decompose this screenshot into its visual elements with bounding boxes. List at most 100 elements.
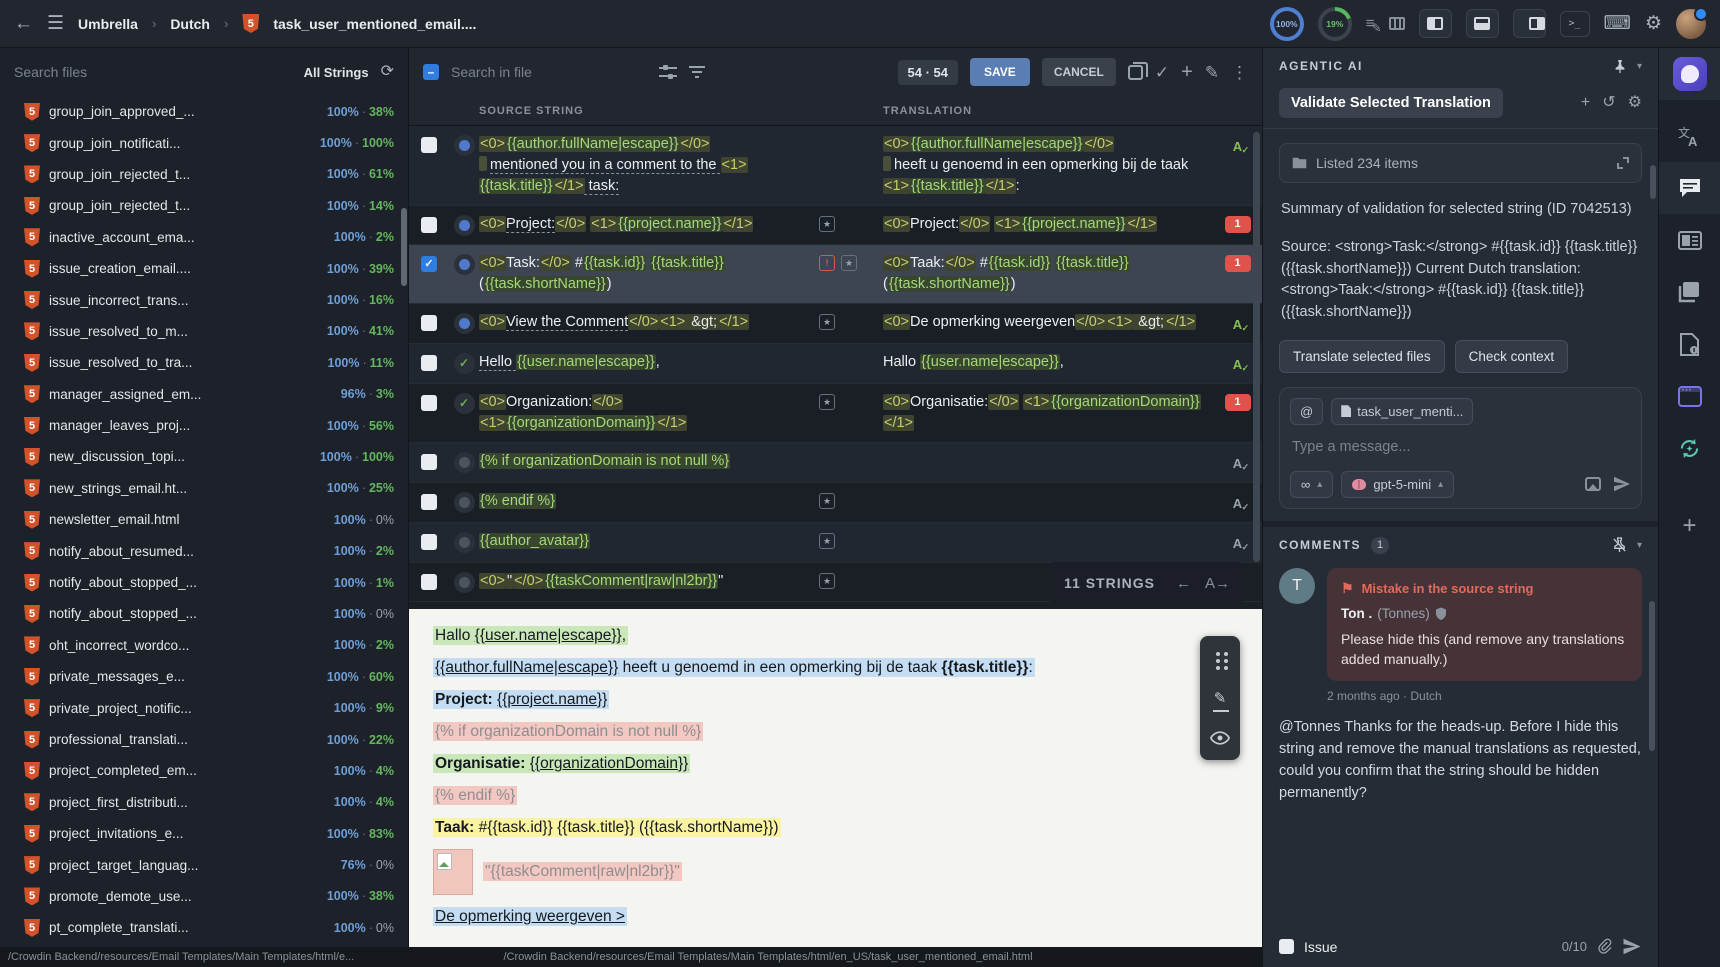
file-item[interactable]: 5group_join_approved_...100%·38% — [0, 96, 408, 127]
file-item[interactable]: 5professional_translati...100%·22% — [0, 724, 408, 755]
translate-selected-files-button[interactable]: Translate selected files — [1279, 340, 1445, 373]
breadcrumb-file[interactable]: task_user_mentioned_email.... — [273, 16, 476, 32]
prev-arrow-icon[interactable]: ← — [1176, 575, 1191, 592]
file-item[interactable]: 5inactive_account_ema...100%·2% — [0, 222, 408, 253]
file-item[interactable]: 5newsletter_email.html100%·0% — [0, 504, 408, 535]
agentic-ai-tab[interactable] — [1659, 48, 1720, 100]
string-row[interactable]: ✓Hello {{user.name|escape}},Hallo {{user… — [409, 344, 1262, 384]
file-item[interactable]: 5project_target_languag...76%·0% — [0, 849, 408, 880]
tm-suggestion-icon[interactable]: ★ — [819, 533, 835, 549]
preview-link[interactable]: De opmerking weergeven > — [433, 906, 1238, 927]
context-tab[interactable] — [1659, 214, 1720, 266]
prompt-selector[interactable]: Validate Selected Translation — [1279, 88, 1503, 118]
filter-icon[interactable] — [689, 66, 705, 78]
ai-settings-gear-icon[interactable]: ⚙ — [1628, 95, 1642, 111]
file-item[interactable]: 5manager_leaves_proj...100%·56% — [0, 410, 408, 441]
refresh-icon[interactable]: ⟳ — [381, 64, 394, 80]
search-in-file-input[interactable]: Search in file — [451, 64, 647, 80]
file-item[interactable]: 5private_messages_e...100%·60% — [0, 661, 408, 692]
unapproved-icon[interactable]: A — [1233, 493, 1242, 514]
row-checkbox[interactable] — [421, 534, 437, 550]
file-item[interactable]: 5notify_about_stopped_...100%·1% — [0, 567, 408, 598]
send-icon[interactable] — [1613, 476, 1631, 492]
send-comment-icon[interactable] — [1622, 938, 1642, 955]
model-selector[interactable]: gpt-5-mini▴ — [1341, 471, 1454, 498]
tm-suggestion-icon[interactable]: ★ — [819, 573, 835, 589]
issue-checkbox[interactable] — [1279, 939, 1294, 954]
tm-suggestion-icon[interactable]: ★ — [819, 216, 835, 232]
issue-count-badge[interactable]: 1 — [1225, 216, 1251, 233]
breadcrumb-language[interactable]: Dutch — [170, 16, 210, 32]
message-input[interactable]: Type a message... — [1292, 439, 1629, 455]
file-item[interactable]: 5issue_resolved_to_tra...100%·11% — [0, 347, 408, 378]
menu-icon[interactable]: ☰ — [47, 14, 64, 33]
history-icon[interactable]: ↺ — [1602, 95, 1615, 111]
eye-icon[interactable] — [1205, 721, 1235, 755]
string-row[interactable]: {{author_avatar}}★A — [409, 523, 1262, 563]
terminal-icon[interactable]: >_ — [1560, 11, 1590, 37]
strings-filter-dropdown[interactable]: All Strings — [304, 65, 369, 80]
toggle-left-panel-button[interactable] — [1419, 9, 1452, 38]
file-item[interactable]: 5pt_complete_translati...100%·0% — [0, 912, 408, 943]
file-item[interactable]: 5group_join_rejected_t...100%·14% — [0, 190, 408, 221]
pretranslate-tab[interactable] — [1659, 422, 1720, 474]
unapproved-icon[interactable]: A — [1233, 453, 1242, 474]
mention-button[interactable]: @ — [1290, 398, 1323, 425]
string-row[interactable]: ✓<0>Organization:</0><1>{{organizationDo… — [409, 384, 1262, 443]
file-item[interactable]: 5group_join_rejected_t...100%·61% — [0, 159, 408, 190]
tm-suggestion-icon[interactable]: ★ — [819, 394, 835, 410]
translated-progress-ring[interactable]: 100% — [1270, 7, 1304, 41]
file-item[interactable]: 5project_invitations_e...100%·83% — [0, 818, 408, 849]
chevron-down-icon[interactable]: ▾ — [1637, 61, 1642, 72]
string-row[interactable]: <0>View the Comment</0><1> &gt;</1>★<0>D… — [409, 304, 1262, 344]
file-item[interactable]: 5issue_resolved_to_m...100%·41% — [0, 316, 408, 347]
comments-scrollbar[interactable] — [1649, 601, 1655, 751]
row-checkbox[interactable] — [421, 315, 437, 331]
row-checkbox[interactable] — [421, 355, 437, 371]
kebab-menu-icon[interactable]: ⋮ — [1231, 64, 1248, 81]
file-item[interactable]: 5notify_about_stopped_...100%·0% — [0, 598, 408, 629]
add-panel-tab[interactable]: + — [1659, 500, 1720, 552]
row-checkbox[interactable] — [421, 494, 437, 510]
reply-draft[interactable]: @Tonnes Thanks for the heads-up. Before … — [1279, 717, 1642, 804]
pencil-icon[interactable]: ✎ — [1205, 64, 1219, 81]
file-item[interactable]: 5manager_assigned_em...96%·3% — [0, 379, 408, 410]
file-item[interactable]: 5project_first_distributi...100%·4% — [0, 787, 408, 818]
cancel-button[interactable]: CANCEL — [1042, 58, 1116, 86]
row-checkbox[interactable] — [421, 217, 437, 233]
tm-suggestion-icon[interactable]: ★ — [841, 255, 857, 271]
comments-tab[interactable] — [1659, 162, 1720, 214]
issue-count-badge[interactable]: 1 — [1225, 394, 1251, 411]
approved-icon[interactable]: A — [1233, 136, 1242, 157]
file-item[interactable]: 5promote_demote_use...100%·38% — [0, 881, 408, 912]
keyboard-icon[interactable]: ⌨ — [1604, 14, 1631, 33]
copy-source-icon[interactable] — [1128, 65, 1143, 80]
row-checkbox[interactable] — [421, 454, 437, 470]
expand-icon[interactable] — [1617, 157, 1629, 169]
file-item[interactable]: 5private_project_notific...100%·9% — [0, 692, 408, 723]
file-item[interactable]: 5new_strings_email.ht...100%·25% — [0, 473, 408, 504]
tm-suggestion-icon[interactable]: ★ — [819, 314, 835, 330]
file-item[interactable]: 5group_join_notificati...100%·100% — [0, 127, 408, 158]
pin-icon[interactable] — [1613, 59, 1627, 74]
select-all-checkbox[interactable]: – — [423, 64, 439, 80]
translate-tab[interactable]: 文A — [1659, 110, 1720, 162]
toggle-right-panel-button[interactable] — [1513, 9, 1546, 38]
check-context-button[interactable]: Check context — [1455, 340, 1569, 373]
approved-progress-ring[interactable]: 19% — [1318, 7, 1352, 41]
plus-icon[interactable]: + — [1181, 62, 1193, 82]
pin-off-icon[interactable] — [1612, 537, 1627, 553]
editor-scrollbar[interactable] — [1253, 132, 1260, 562]
string-row[interactable]: {% if organizationDomain is not null %}A — [409, 443, 1262, 483]
issue-count-badge[interactable]: 1 — [1225, 255, 1251, 272]
translate-next-icon[interactable]: A→ — [1205, 575, 1230, 592]
save-button[interactable]: SAVE — [970, 58, 1030, 86]
user-avatar[interactable] — [1676, 9, 1706, 39]
approved-icon[interactable]: A — [1233, 354, 1242, 375]
row-checkbox[interactable] — [421, 395, 437, 411]
string-row[interactable]: {% endif %}★A — [409, 483, 1262, 523]
row-checkbox[interactable]: ✓ — [421, 256, 437, 272]
string-row[interactable]: <0>{{author.fullName|escape}}</0>mention… — [409, 126, 1262, 206]
string-row[interactable]: ✓<0>Task:</0> #{{task.id}} {{task.title}… — [409, 245, 1262, 304]
string-row[interactable]: <0>Project:</0> <1>{{project.name}}</1>★… — [409, 206, 1262, 245]
